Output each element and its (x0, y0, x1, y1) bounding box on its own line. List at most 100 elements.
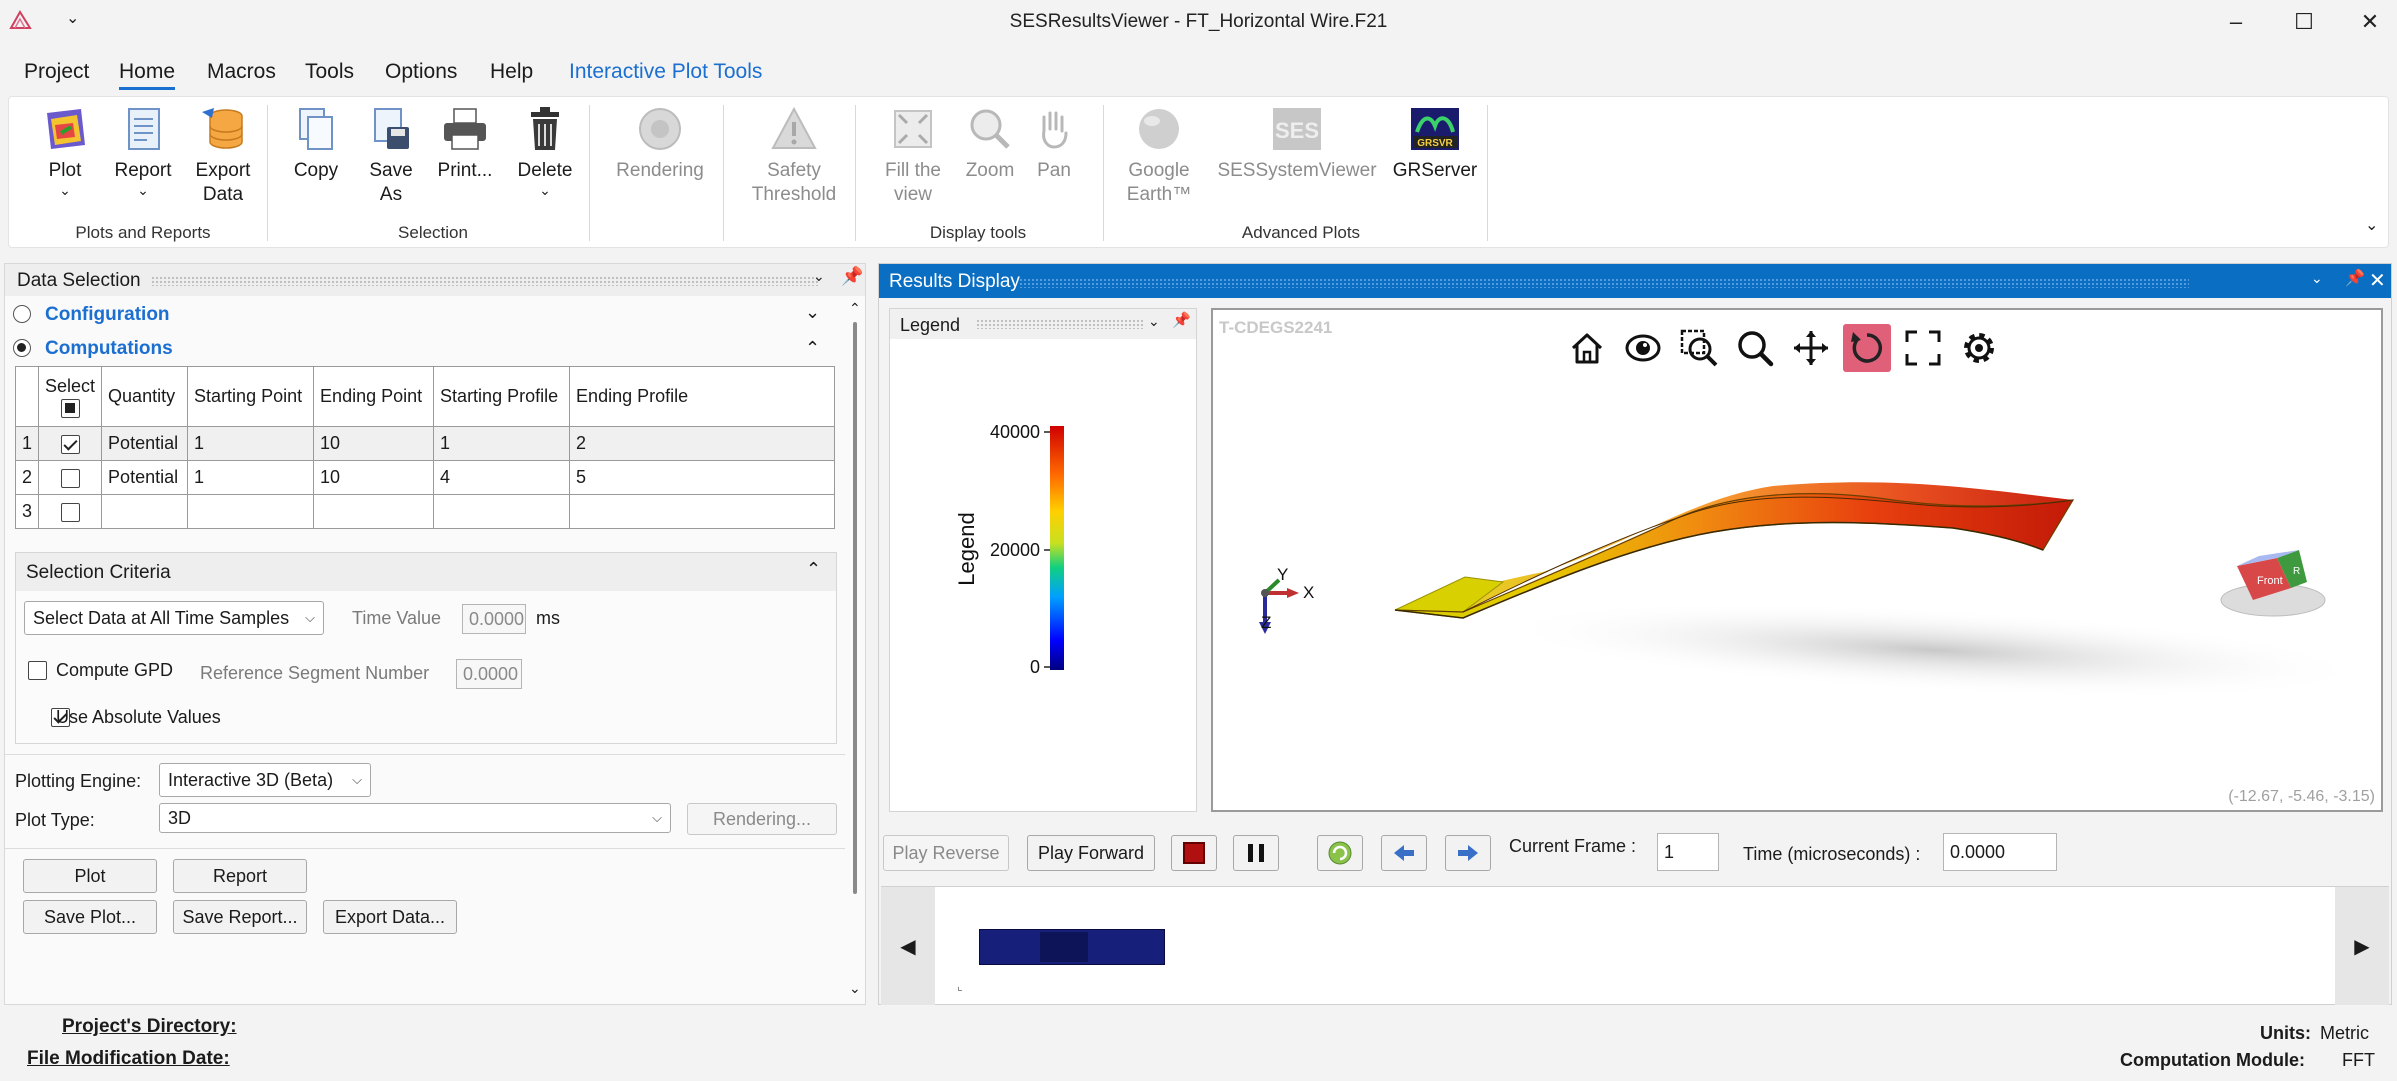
timeline-thumbnail[interactable] (979, 929, 1165, 965)
panel-grip[interactable] (151, 276, 819, 286)
cell-starting-profile[interactable]: 1 (433, 426, 571, 461)
row-select-cell[interactable] (38, 494, 103, 529)
scroll-down-icon[interactable]: ⌄ (849, 980, 861, 997)
zoom-button[interactable]: Zoom (955, 103, 1025, 183)
timeline-scroll-left-icon[interactable]: ◀ (881, 887, 935, 1005)
cell-starting-profile[interactable] (433, 494, 571, 529)
delete-button[interactable]: Delete ⌄ (503, 103, 587, 197)
export-data-action-button[interactable]: Export Data... (323, 900, 457, 934)
minimize-icon[interactable]: – (2214, 6, 2258, 38)
play-forward-button[interactable]: Play Forward (1027, 835, 1155, 871)
header-starting-profile[interactable]: Starting Profile (433, 366, 571, 427)
cell-starting-profile[interactable]: 4 (433, 460, 571, 495)
computations-radio[interactable] (13, 339, 31, 357)
save-plot-button[interactable]: Save Plot... (23, 900, 157, 934)
scrollbar-thumb[interactable] (853, 322, 857, 894)
table-row[interactable]: 3 (14, 494, 835, 529)
time-sample-select[interactable]: Select Data at All Time Samples ⌵ (24, 601, 324, 635)
ribbon-collapse-icon[interactable]: ⌄ (2365, 215, 2378, 235)
row-checkbox[interactable] (60, 502, 80, 522)
report-button[interactable]: Report ⌄ (101, 103, 185, 197)
header-ending-profile[interactable]: Ending Profile (569, 366, 835, 427)
cell-quantity[interactable] (101, 494, 189, 529)
plot-button[interactable]: Plot ⌄ (23, 103, 107, 197)
header-quantity[interactable]: Quantity (101, 366, 189, 427)
panel-grip[interactable] (1019, 278, 2189, 288)
pause-button[interactable] (1233, 835, 1279, 871)
pin-icon[interactable]: 📌 (841, 266, 863, 287)
view-cube[interactable]: Front R (2220, 550, 2326, 617)
plotting-engine-select[interactable]: Interactive 3D (Beta) ⌵ (159, 763, 371, 797)
cell-starting-point[interactable]: 1 (187, 460, 315, 495)
time-value-field[interactable]: 0.0000 (462, 604, 526, 634)
header-ending-point[interactable]: Ending Point (313, 366, 435, 427)
plot-type-select[interactable]: 3D ⌵ (159, 803, 671, 833)
compute-gpd-checkbox[interactable] (28, 661, 47, 680)
chevron-down-icon[interactable]: ⌄ (805, 302, 820, 323)
row-select-cell[interactable] (38, 460, 103, 495)
print-button[interactable]: Print... (423, 103, 507, 183)
rendering-button[interactable]: Rendering (601, 103, 719, 183)
chevron-up-icon[interactable]: ⌃ (806, 559, 821, 580)
previous-frame-button[interactable] (1381, 835, 1427, 871)
menu-macros[interactable]: Macros (207, 60, 276, 84)
menu-interactive-plot-tools[interactable]: Interactive Plot Tools (569, 60, 762, 84)
maximize-icon[interactable]: ☐ (2282, 6, 2326, 38)
pin-icon[interactable]: 📌 (2345, 268, 2365, 288)
ses-system-viewer-button[interactable]: SES SESSystemViewer (1205, 103, 1389, 183)
menu-project[interactable]: Project (24, 60, 89, 84)
menu-options[interactable]: Options (385, 60, 457, 84)
table-row[interactable]: 1 Potential 1 10 1 2 (14, 426, 835, 461)
cell-ending-point[interactable] (313, 494, 435, 529)
menu-help[interactable]: Help (490, 60, 533, 84)
time-field[interactable]: 0.0000 (1943, 833, 2057, 871)
export-data-button[interactable]: Export Data (181, 103, 265, 207)
report-action-button[interactable]: Report (173, 859, 307, 893)
row-select-cell[interactable] (38, 426, 103, 461)
reference-segment-field[interactable]: 0.0000 (456, 659, 522, 689)
computations-section[interactable]: Computations ⌃ (9, 336, 835, 362)
panel-menu-icon[interactable]: ⌄ (2311, 270, 2323, 287)
configuration-section[interactable]: Configuration ⌄ (9, 302, 835, 328)
cell-starting-point[interactable]: 1 (187, 426, 315, 461)
cell-ending-point[interactable]: 10 (313, 426, 435, 461)
save-report-button[interactable]: Save Report... (173, 900, 307, 934)
header-starting-point[interactable]: Starting Point (187, 366, 315, 427)
row-checkbox[interactable] (60, 434, 80, 454)
menu-tools[interactable]: Tools (305, 60, 354, 84)
plot-viewport[interactable]: T-CDEGS2241 X Y Z Front R (-12.67, -5.46… (1211, 308, 2383, 812)
plot-action-button[interactable]: Plot (23, 859, 157, 893)
cell-ending-profile[interactable]: 5 (569, 460, 835, 495)
cell-ending-profile[interactable] (569, 494, 835, 529)
next-frame-button[interactable] (1445, 835, 1491, 871)
scrollbar[interactable]: ⌃ ⌄ (847, 300, 863, 1002)
chevron-up-icon[interactable]: ⌃ (805, 338, 820, 359)
cell-quantity[interactable]: Potential (101, 426, 189, 461)
panel-menu-icon[interactable]: ⌄ (1148, 313, 1160, 330)
cell-ending-point[interactable]: 10 (313, 460, 435, 495)
cell-quantity[interactable]: Potential (101, 460, 189, 495)
play-reverse-button[interactable]: Play Reverse (883, 835, 1009, 871)
grserver-button[interactable]: GRSVR GRServer (1385, 103, 1485, 183)
header-select[interactable]: Select (38, 366, 103, 427)
select-all-checkbox[interactable] (60, 399, 80, 419)
configuration-radio[interactable] (13, 305, 31, 323)
refresh-button[interactable] (1317, 835, 1363, 871)
stop-button[interactable] (1171, 835, 1217, 871)
table-row[interactable]: 2 Potential 1 10 4 5 (14, 460, 835, 495)
panel-menu-icon[interactable]: ⌄ (813, 268, 825, 285)
close-icon[interactable]: ✕ (2348, 6, 2392, 38)
cell-starting-point[interactable] (187, 494, 315, 529)
google-earth-button[interactable]: Google Earth™ (1117, 103, 1201, 207)
copy-button[interactable]: Copy (277, 103, 355, 183)
timeline-scroll-right-icon[interactable]: ▶ (2335, 887, 2389, 1005)
cell-ending-profile[interactable]: 2 (569, 426, 835, 461)
pin-icon[interactable]: 📌 (1172, 311, 1191, 329)
menu-home[interactable]: Home (119, 60, 176, 90)
panel-grip[interactable] (976, 319, 1144, 329)
current-frame-field[interactable]: 1 (1657, 833, 1719, 871)
save-as-button[interactable]: Save As (355, 103, 427, 207)
pan-button[interactable]: Pan (1021, 103, 1087, 183)
close-panel-icon[interactable]: ✕ (2369, 268, 2386, 293)
row-checkbox[interactable] (60, 468, 80, 488)
